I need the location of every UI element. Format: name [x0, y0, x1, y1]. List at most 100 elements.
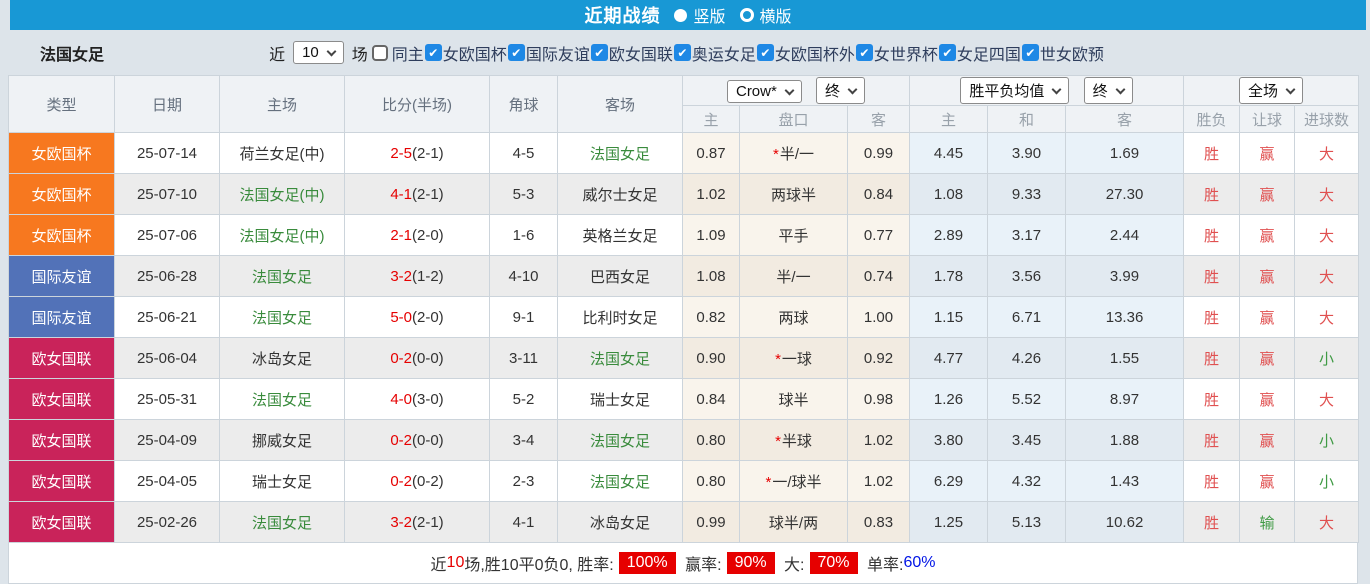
checkbox-checked-icon[interactable]: ✔: [855, 44, 873, 61]
radio-vertical-layout[interactable]: 竖版: [674, 3, 726, 27]
competition-label: 国际友谊: [525, 46, 590, 64]
half-time-score: (0-0): [412, 349, 444, 367]
half-time-score: (2-1): [412, 185, 444, 203]
checkbox-checked-icon[interactable]: ✔: [938, 44, 956, 61]
match-date: 25-02-26: [114, 501, 220, 543]
half-time-score: (0-0): [412, 431, 444, 449]
europe-time-select[interactable]: 终: [1083, 77, 1133, 104]
half-time-score: (0-2): [412, 472, 444, 490]
europe-odds-select[interactable]: 胜平负均值: [960, 77, 1070, 104]
radio-horizontal-label: 横版: [759, 9, 792, 26]
win-loss-result: 胜: [1183, 501, 1241, 543]
handicap-away-odds: 1.02: [846, 460, 911, 502]
europe-home-odds: 3.80: [909, 419, 989, 461]
checkbox-checked-icon[interactable]: ✔: [673, 44, 691, 61]
match-row: 欧女国联 25-05-31 法国女足 4-0(3-0) 5-2 瑞士女足 0.8…: [8, 378, 1360, 420]
checkbox-checked-icon[interactable]: ✔: [1021, 44, 1039, 61]
full-time-score: 2-1: [390, 226, 412, 244]
col-header-date: 日期: [114, 75, 220, 133]
half-time-score: (2-1): [412, 144, 444, 162]
score-cell: 0-2(0-2): [344, 460, 490, 502]
europe-away-odds: 3.99: [1065, 255, 1185, 297]
europe-home-odds: 6.29: [909, 460, 989, 502]
handicap-home-odds: 0.87: [682, 132, 740, 174]
handicap-time-select[interactable]: 终: [816, 77, 866, 104]
near-label: 近: [269, 46, 286, 64]
away-team-name: 法国女足: [589, 432, 650, 450]
match-count-select[interactable]: 10: [293, 41, 344, 64]
competition-filter-0[interactable]: ✔ 女欧国杯: [424, 41, 507, 65]
match-date: 25-07-14: [114, 132, 220, 174]
half-time-score: (2-0): [412, 226, 444, 244]
score-cell: 2-1(2-0): [344, 214, 490, 256]
away-team-cell: 威尔士女足: [557, 173, 683, 215]
half-time-score: (3-0): [412, 390, 444, 408]
chevron-down-icon: [1285, 84, 1296, 94]
corner-count: 4-10: [489, 255, 558, 297]
home-team-name: 法国女足: [251, 268, 312, 286]
goals-result: 大: [1294, 173, 1360, 215]
goals-result: 大: [1294, 296, 1360, 338]
checkbox-checked-icon[interactable]: ✔: [424, 44, 442, 61]
away-team-name: 比利时女足: [582, 309, 658, 327]
match-row: 女欧国杯 25-07-14 荷兰女足(中) 2-5(2-1) 4-5 法国女足 …: [8, 132, 1360, 174]
checkbox-checked-icon[interactable]: ✔: [756, 44, 774, 61]
competition-filter-5[interactable]: ✔ 女世界杯: [855, 41, 938, 65]
radio-horizontal-layout[interactable]: 横版: [739, 3, 792, 27]
goals-result: 大: [1294, 214, 1360, 256]
competition-filter-2[interactable]: ✔ 欧女国联: [590, 41, 673, 65]
handicap-result: 输: [1239, 501, 1296, 543]
handicap-line-text: 两球半: [770, 186, 816, 204]
handicap-home-odds: 1.09: [682, 214, 740, 256]
handicap-result: 赢: [1239, 255, 1296, 297]
home-team-name: 荷兰女足(中): [239, 145, 325, 163]
subcol-handicap: 盘口: [739, 105, 848, 133]
handicap-result: 赢: [1239, 296, 1296, 338]
europe-odds-select-group: 胜平负均值 终: [909, 75, 1185, 106]
handicap-home-odds: 0.99: [682, 501, 740, 543]
bookmaker-select[interactable]: Crow*: [726, 80, 802, 103]
filter-controls: 近 10 场 同主 ✔ 女欧国杯 ✔ 国际友谊 ✔ 欧女国联 ✔ 奥运女足 ✔ 女欧国杯外 ✔ 女世界…: [266, 41, 1104, 65]
filter-bar: 法国女足 近 10 场 同主 ✔ 女欧国杯 ✔ 国际友谊 ✔ 欧女国联 ✔ 奥运女足 ✔ 女欧国杯…: [0, 30, 1370, 75]
europe-home-odds: 2.89: [909, 214, 989, 256]
subcol-goals: 进球数: [1294, 105, 1360, 133]
win-loss-result: 胜: [1183, 460, 1241, 502]
handicap-result: 赢: [1239, 337, 1296, 379]
handicap-line: *球半: [739, 378, 848, 420]
win-loss-result: 胜: [1183, 255, 1241, 297]
europe-draw-odds: 6.71: [987, 296, 1067, 338]
match-date: 25-06-21: [114, 296, 220, 338]
summary-text: 单率:: [862, 557, 904, 574]
competition-label: 女足四国: [956, 46, 1021, 64]
scope-select[interactable]: 全场: [1239, 77, 1304, 104]
europe-draw-odds: 3.90: [987, 132, 1067, 174]
home-team-name: 法国女足: [251, 391, 312, 409]
europe-draw-odds: 5.52: [987, 378, 1067, 420]
full-time-score: 0-2: [390, 472, 412, 490]
competition-filter-4[interactable]: ✔ 女欧国杯外: [756, 41, 855, 65]
checkbox-checked-icon[interactable]: ✔: [590, 44, 608, 61]
handicap-line: *半球: [739, 419, 848, 461]
match-date: 25-06-28: [114, 255, 220, 297]
home-team-cell: 冰岛女足: [219, 337, 345, 379]
competition-filter-6[interactable]: ✔ 女足四国: [938, 41, 1021, 65]
competition-filter-1[interactable]: ✔ 国际友谊: [507, 41, 590, 65]
europe-odds-value: 胜平负均值: [969, 83, 1045, 100]
competition-badge: 女欧国杯: [8, 173, 115, 215]
europe-draw-odds: 3.56: [987, 255, 1067, 297]
col-header-home: 主场: [219, 75, 345, 133]
handicap-line-text: 平手: [778, 227, 809, 245]
checkbox-checked-icon[interactable]: ✔: [507, 44, 525, 61]
score-cell: 5-0(2-0): [344, 296, 490, 338]
competition-filter-7[interactable]: ✔ 世女欧预: [1021, 41, 1104, 65]
europe-away-odds: 8.97: [1065, 378, 1185, 420]
handicap-result: 赢: [1239, 173, 1296, 215]
score-cell: 0-2(0-0): [344, 419, 490, 461]
same-home-checkbox[interactable]: [371, 44, 388, 61]
handicap-home-odds: 0.84: [682, 378, 740, 420]
handicap-line-text: 球半/两: [768, 514, 819, 532]
chevron-down-icon: [847, 84, 858, 94]
half-time-score: (1-2): [412, 267, 444, 285]
handicap-line-text: 球半: [778, 391, 809, 409]
competition-filter-3[interactable]: ✔ 奥运女足: [673, 41, 756, 65]
